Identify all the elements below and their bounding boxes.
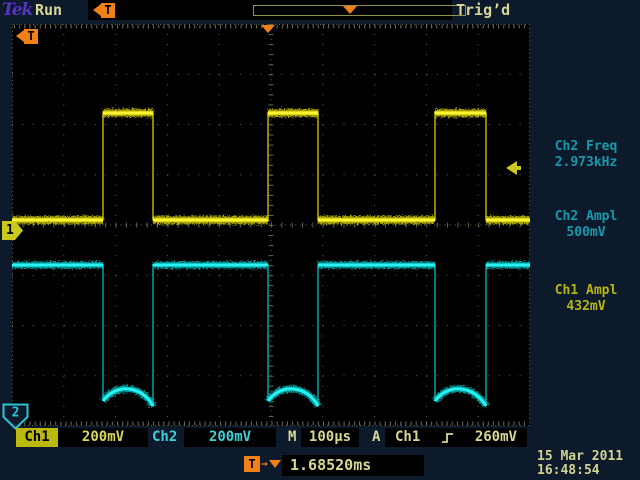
ch1-waveform xyxy=(12,113,530,220)
trigger-source: Ch1 xyxy=(395,428,420,447)
acquisition-state: Run xyxy=(35,1,62,19)
trigger-position-marker-icon xyxy=(261,25,275,33)
t-glyph: T xyxy=(24,29,38,44)
record-view-trigger-position-icon xyxy=(343,6,357,14)
trigger-level: 260mV xyxy=(475,428,517,447)
measurement-ch2-ampl: Ch2 Ampl 500mV xyxy=(532,209,640,241)
time: 16:48:54 xyxy=(537,464,623,478)
graticule-and-traces xyxy=(12,24,530,426)
record-view-area: T xyxy=(88,0,452,20)
right-arrow-icon: → xyxy=(261,457,268,471)
trigger-readout: Ch1 260mV xyxy=(385,428,527,447)
left-triangle-icon xyxy=(16,30,24,42)
tek-logo: Tek xyxy=(2,0,32,20)
trigger-delay-t-icon: T xyxy=(244,456,260,472)
arrow-tail xyxy=(517,166,521,170)
record-view-bar xyxy=(253,5,466,16)
measurement-label: Ch1 Ampl xyxy=(532,283,640,299)
oscilloscope-screen: { "header": { "logo": "Tek", "acq_state"… xyxy=(0,0,640,480)
date-time: 15 Mar 2011 16:48:54 xyxy=(537,450,623,478)
trigger-type-label: A xyxy=(372,428,380,447)
channel-status-bar: Ch1 200mV Ch2 200mV M 100µs A Ch1 260mV xyxy=(0,428,640,448)
delay-triangle-icon xyxy=(269,460,281,468)
trigger-status: Trig’d xyxy=(456,1,510,19)
rising-edge-slope-icon xyxy=(441,431,455,445)
measurement-value: 2.973kHz xyxy=(532,155,640,171)
delay-status-bar: T → 1.68520ms 15 Mar 2011 16:48:54 xyxy=(0,455,640,477)
t-glyph: T xyxy=(101,3,115,18)
arrow-head xyxy=(506,161,517,175)
trigger-level-arrow-icon xyxy=(506,161,521,175)
ch2-label: Ch2 xyxy=(152,428,177,447)
measurement-ch2-freq: Ch2 Freq 2.973kHz xyxy=(532,139,640,171)
trigger-t-icon: T xyxy=(93,2,115,18)
measurement-value: 500mV xyxy=(532,225,640,241)
ch2-reference-marker: 2 xyxy=(2,403,29,430)
left-triangle-icon xyxy=(93,4,101,16)
measurement-label: Ch2 Ampl xyxy=(532,209,640,225)
timebase-readout: 100µs xyxy=(301,428,359,447)
svg-text:2: 2 xyxy=(12,406,20,421)
measurement-label: Ch2 Freq xyxy=(532,139,640,155)
date: 15 Mar 2011 xyxy=(537,450,623,464)
graticule-grid xyxy=(12,24,530,426)
ch1-scale-readout: 200mV xyxy=(58,428,148,447)
trigger-delay-readout: 1.68520ms xyxy=(282,455,424,476)
ch2-scale-readout: 200mV xyxy=(184,428,276,447)
ch1-label-badge: Ch1 xyxy=(16,428,58,447)
timebase-label: M xyxy=(288,428,296,447)
waveform-display xyxy=(12,24,530,426)
measurement-value: 432mV xyxy=(532,299,640,315)
measurement-ch1-ampl: Ch1 Ampl 432mV xyxy=(532,283,640,315)
horizontal-trigger-t-marker: T xyxy=(16,28,38,44)
